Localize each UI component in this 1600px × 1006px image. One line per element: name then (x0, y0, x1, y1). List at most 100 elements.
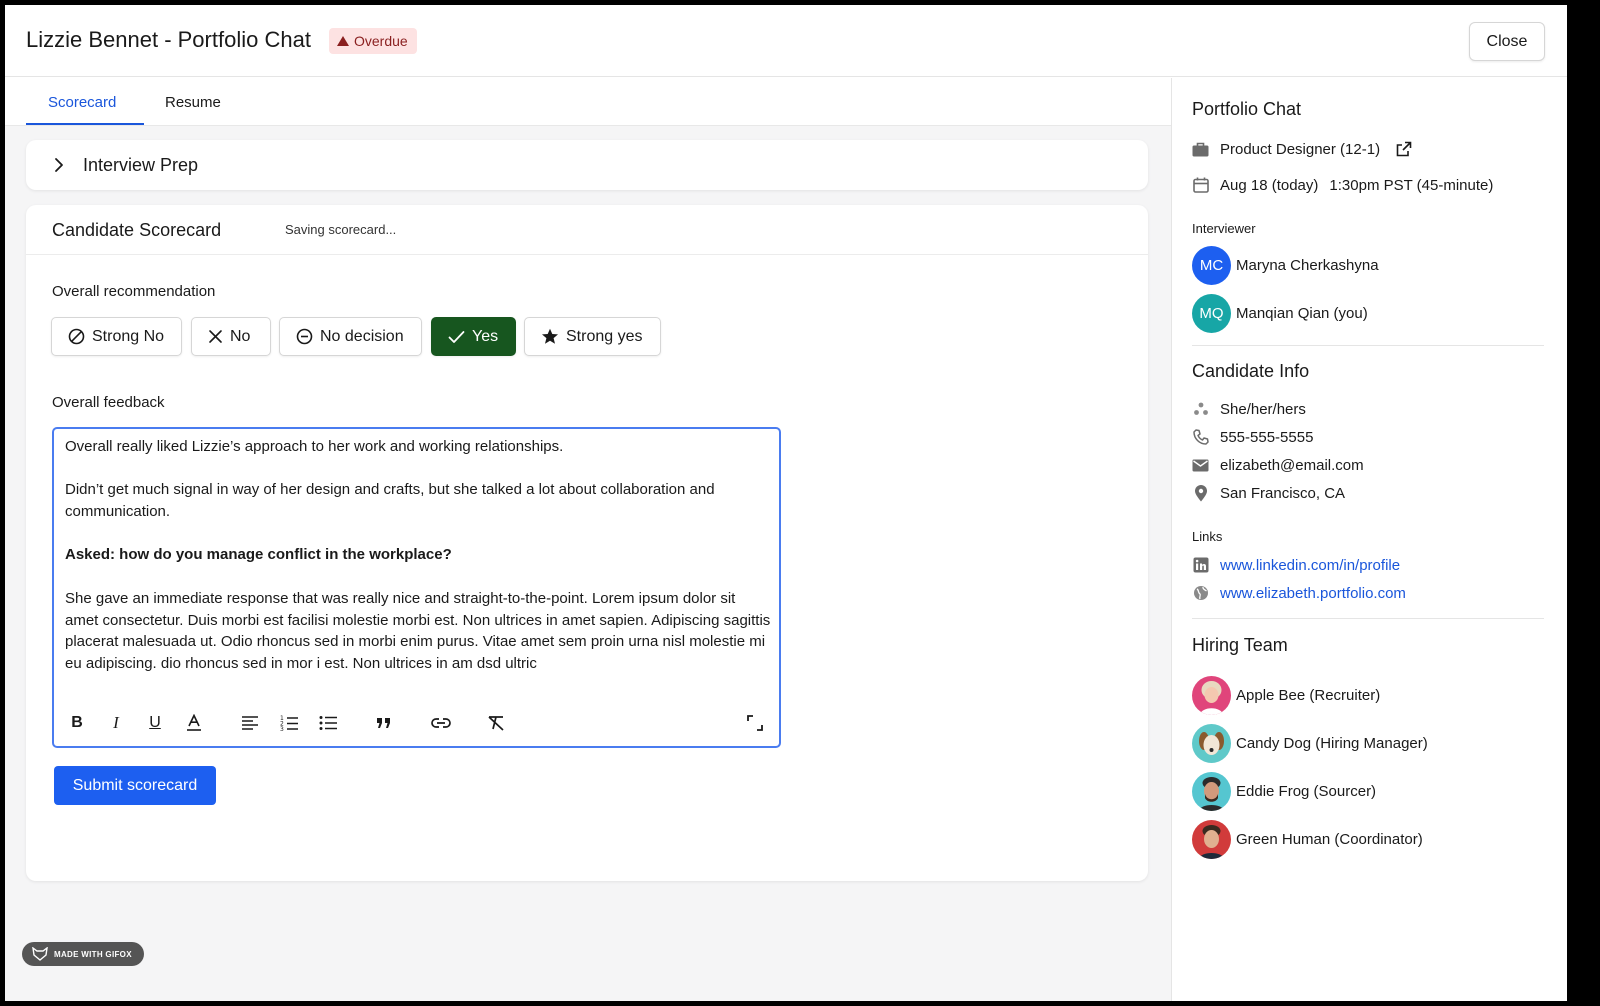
quote-icon[interactable] (373, 712, 395, 734)
avatar (1192, 771, 1231, 811)
feedback-paragraph: Didn’t get much signal in way of her des… (65, 481, 715, 521)
globe-icon (1192, 585, 1209, 602)
avatar (1192, 819, 1231, 859)
sidebar-title: Portfolio Chat (1192, 99, 1302, 119)
submit-scorecard-button[interactable]: Submit scorecard (54, 766, 216, 805)
pronouns-row: She/her/hers (1192, 398, 1306, 420)
svg-text:3: 3 (280, 726, 284, 732)
watermark-label: MADE WITH GIFOX (54, 949, 132, 959)
briefcase-icon (1192, 141, 1209, 158)
scorecard-header: Candidate Scorecard Saving scorecard... (26, 205, 1148, 255)
feedback-text[interactable]: Overall really liked Lizzie’s approach t… (65, 436, 771, 675)
interviewer-name: Maryna Cherkashyna (1236, 256, 1379, 274)
no-decision-button[interactable]: No decision (279, 317, 422, 356)
schedule-row: Aug 18 (today) 1:30pm PST (45-minute) (1192, 174, 1493, 196)
expand-icon[interactable] (744, 712, 766, 734)
interviewer-item: MC Maryna Cherkashyna (1192, 245, 1379, 285)
bullet-list-icon[interactable] (317, 712, 339, 734)
main-content: Scorecard Resume Interview Prep Candidat… (5, 78, 1171, 1001)
feedback-editor[interactable]: Overall really liked Lizzie’s approach t… (52, 427, 781, 748)
feedback-label: Overall feedback (52, 394, 165, 411)
pronouns: She/her/hers (1220, 400, 1306, 418)
page-title: Lizzie Bennet - Portfolio Chat (26, 27, 311, 52)
no-label: No (230, 327, 251, 345)
yes-label: Yes (472, 327, 499, 345)
team-member: Eddie Frog (Sourcer) (1192, 771, 1376, 811)
strong-yes-label: Strong yes (566, 327, 643, 345)
email-row: elizabeth@email.com (1192, 454, 1364, 476)
job-row: Product Designer (12-1) (1192, 138, 1412, 160)
phone-row: 555-555-5555 (1192, 426, 1313, 448)
clear-format-icon[interactable] (485, 712, 507, 734)
hiring-team-title: Hiring Team (1192, 635, 1288, 655)
avatar: MC (1192, 245, 1231, 285)
text-color-icon[interactable] (183, 712, 205, 734)
tab-scorecard[interactable]: Scorecard (48, 94, 116, 111)
tab-resume[interactable]: Resume (165, 94, 221, 111)
interviewer-name: Manqian Qian (you) (1236, 304, 1368, 322)
x-icon (209, 330, 222, 343)
location-pin-icon (1192, 484, 1209, 502)
location-row: San Francisco, CA (1192, 482, 1345, 504)
external-link-icon[interactable] (1395, 141, 1412, 158)
interview-time: 1:30pm PST (45-minute) (1329, 176, 1494, 194)
candidate-scorecard: Candidate Scorecard Saving scorecard... … (26, 205, 1148, 881)
feedback-paragraph: She gave an immediate response that was … (65, 589, 771, 672)
team-member-name: Apple Bee (Recruiter) (1236, 686, 1381, 704)
email: elizabeth@email.com (1220, 456, 1364, 474)
calendar-icon (1192, 177, 1209, 194)
portfolio-link[interactable]: www.elizabeth.portfolio.com (1220, 585, 1406, 602)
minus-circle-icon (296, 328, 313, 345)
chevron-right-icon (55, 158, 63, 172)
no-decision-label: No decision (320, 327, 404, 345)
ban-icon (68, 328, 85, 345)
candidate-info-title: Candidate Info (1192, 361, 1310, 381)
gifox-watermark: MADE WITH GIFOX (22, 942, 144, 966)
phone-icon (1192, 429, 1209, 446)
divider (1192, 345, 1544, 346)
strong-yes-button[interactable]: Strong yes (524, 317, 661, 356)
active-tab-indicator (26, 123, 144, 125)
yes-button[interactable]: Yes (431, 317, 516, 356)
link-icon[interactable] (430, 712, 452, 734)
underline-icon[interactable]: U (144, 712, 166, 734)
recommendation-label: Overall recommendation (52, 283, 216, 300)
location: San Francisco, CA (1220, 484, 1346, 502)
close-button[interactable]: Close (1469, 22, 1545, 61)
linkedin-icon (1192, 557, 1209, 574)
divider (1192, 618, 1544, 619)
star-icon (542, 328, 558, 344)
no-button[interactable]: No (191, 317, 271, 356)
bold-icon[interactable]: B (66, 712, 88, 734)
team-member: Apple Bee (Recruiter) (1192, 675, 1380, 715)
interview-date: Aug 18 (today) (1220, 176, 1319, 194)
pronouns-icon (1192, 401, 1209, 418)
mail-icon (1192, 457, 1209, 474)
modal-header: Lizzie Bennet - Portfolio Chat Overdue C… (5, 5, 1567, 77)
interviewer-item: MQ Manqian Qian (you) (1192, 293, 1368, 333)
avatar (1192, 723, 1231, 763)
phone: 555-555-5555 (1220, 428, 1314, 446)
team-member-name: Eddie Frog (Sourcer) (1236, 782, 1377, 800)
job-title: Product Designer (12-1) (1220, 140, 1381, 158)
saving-status: Saving scorecard... (285, 222, 397, 237)
strong-no-button[interactable]: Strong No (51, 317, 182, 356)
strong-no-label: Strong No (92, 327, 165, 345)
feedback-question: Asked: how do you manage conflict in the… (65, 546, 452, 564)
interview-prep-label: Interview Prep (83, 155, 199, 175)
tab-bar: Scorecard Resume (5, 78, 1171, 126)
ordered-list-icon[interactable]: 123 (278, 712, 300, 734)
interview-prep-accordion[interactable]: Interview Prep (26, 140, 1148, 190)
details-sidebar: Portfolio Chat Product Designer (12-1) A… (1171, 78, 1567, 1001)
modal-window: Lizzie Bennet - Portfolio Chat Overdue C… (5, 5, 1567, 1001)
scorecard-title: Candidate Scorecard (52, 220, 222, 240)
fox-icon (32, 947, 48, 961)
interviewer-label: Interviewer (1192, 221, 1256, 236)
linkedin-link[interactable]: www.linkedin.com/in/profile (1220, 557, 1400, 574)
team-member: Green Human (Coordinator) (1192, 819, 1423, 859)
link-row: www.elizabeth.portfolio.com (1192, 582, 1406, 604)
team-member-name: Candy Dog (Hiring Manager) (1236, 734, 1428, 752)
links-label: Links (1192, 529, 1223, 544)
italic-icon[interactable]: I (105, 712, 127, 734)
align-left-icon[interactable] (239, 712, 261, 734)
